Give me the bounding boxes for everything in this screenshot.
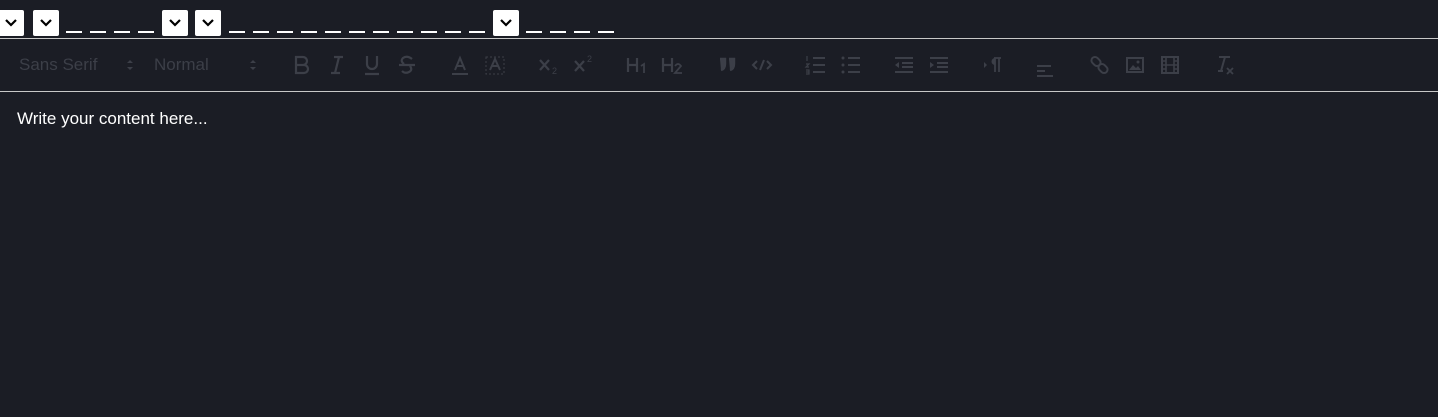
ordered-list-button[interactable] — [803, 52, 829, 78]
bullet-list-button[interactable] — [838, 52, 864, 78]
blockquote-button[interactable] — [714, 52, 740, 78]
subscript-icon: 2 — [539, 59, 557, 76]
indent-icon — [930, 57, 948, 73]
align-button[interactable] — [1033, 52, 1059, 78]
native-button[interactable] — [277, 31, 293, 33]
chevron-updown-icon — [127, 60, 133, 70]
native-button[interactable] — [253, 31, 269, 33]
clean-format-button[interactable] — [1211, 52, 1237, 78]
unstyled-controls-row — [0, 0, 1438, 38]
italic-icon — [331, 55, 343, 75]
native-button[interactable] — [397, 31, 413, 33]
native-button[interactable] — [469, 31, 485, 33]
native-button[interactable] — [138, 31, 154, 33]
ordered-list-icon — [804, 56, 825, 75]
native-button[interactable] — [598, 31, 614, 33]
native-button[interactable] — [445, 31, 461, 33]
bold-button[interactable] — [289, 52, 315, 78]
indent-button[interactable] — [926, 52, 952, 78]
header-2-icon — [661, 58, 683, 74]
video-button[interactable] — [1157, 52, 1183, 78]
editor-toolbar: Sans Serif Normal 2 2 — [0, 39, 1438, 91]
chevron-down-icon — [202, 19, 214, 27]
background-color-icon — [485, 56, 505, 75]
image-button[interactable] — [1122, 52, 1148, 78]
editor-text[interactable]: Write your content here... — [17, 109, 208, 129]
native-select[interactable] — [195, 10, 221, 36]
subscript-button[interactable]: 2 — [536, 52, 562, 78]
header-1-icon — [626, 58, 645, 73]
native-button[interactable] — [114, 31, 130, 33]
underline-icon — [365, 56, 379, 76]
native-select[interactable] — [162, 10, 188, 36]
svg-text:2: 2 — [552, 66, 557, 76]
text-direction-icon — [984, 57, 1001, 72]
native-select[interactable] — [33, 10, 59, 36]
native-button[interactable] — [325, 31, 341, 33]
underline-button[interactable] — [359, 52, 385, 78]
font-picker[interactable]: Sans Serif — [19, 53, 139, 77]
chevron-down-icon — [5, 19, 17, 27]
link-button[interactable] — [1087, 52, 1113, 78]
clean-format-icon — [1218, 56, 1234, 75]
native-button[interactable] — [66, 31, 82, 33]
code-block-icon — [751, 59, 773, 71]
bullet-list-icon — [841, 56, 860, 74]
text-direction-button[interactable] — [980, 52, 1006, 78]
superscript-button[interactable]: 2 — [571, 52, 597, 78]
bold-icon — [294, 55, 310, 75]
native-button[interactable] — [574, 31, 590, 33]
font-picker-label: Sans Serif — [19, 55, 98, 74]
native-button[interactable] — [526, 31, 542, 33]
text-color-icon — [452, 55, 468, 75]
strikethrough-button[interactable] — [394, 52, 420, 78]
native-button[interactable] — [550, 31, 566, 33]
chevron-updown-icon — [250, 60, 256, 70]
editor-content-area[interactable]: Write your content here... — [0, 92, 1438, 417]
blockquote-icon — [720, 57, 736, 72]
header-2-button[interactable] — [659, 52, 685, 78]
size-picker-label: Normal — [154, 55, 209, 74]
image-icon — [1126, 57, 1144, 73]
native-button[interactable] — [301, 31, 317, 33]
native-button[interactable] — [349, 31, 365, 33]
native-select[interactable] — [0, 10, 24, 36]
size-picker[interactable]: Normal — [154, 53, 262, 77]
align-icon — [1037, 65, 1053, 77]
svg-text:2: 2 — [587, 54, 592, 64]
background-color-button[interactable] — [482, 52, 508, 78]
native-button[interactable] — [373, 31, 389, 33]
header-1-button[interactable] — [624, 52, 650, 78]
link-icon — [1090, 55, 1109, 75]
superscript-icon: 2 — [574, 54, 592, 72]
native-button[interactable] — [229, 31, 245, 33]
native-button[interactable] — [90, 31, 106, 33]
code-block-button[interactable] — [749, 52, 775, 78]
outdent-button[interactable] — [891, 52, 917, 78]
chevron-down-icon — [169, 19, 181, 27]
outdent-icon — [895, 57, 913, 73]
strikethrough-icon — [399, 55, 415, 74]
text-color-button[interactable] — [447, 52, 473, 78]
video-icon — [1161, 56, 1179, 74]
native-select[interactable] — [493, 10, 519, 36]
native-button[interactable] — [421, 31, 437, 33]
chevron-down-icon — [40, 19, 52, 27]
italic-button[interactable] — [324, 52, 350, 78]
chevron-down-icon — [500, 19, 512, 27]
